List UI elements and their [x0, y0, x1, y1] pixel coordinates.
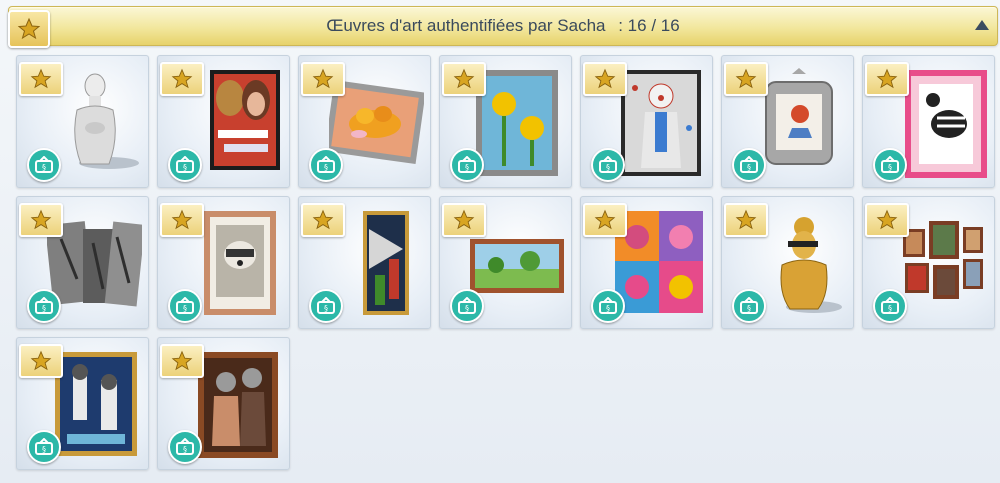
svg-text:§: § [42, 163, 46, 172]
star-icon [724, 203, 768, 237]
svg-text:§: § [42, 445, 46, 454]
collection-header[interactable]: Œuvres d'art authentifiées par Sacha : 1… [8, 6, 998, 46]
price-tag-icon: § [591, 289, 625, 323]
item-tile-raccoon-night-painting[interactable]: § [16, 337, 149, 470]
price-tag-icon: § [168, 148, 202, 182]
price-tag-icon: § [450, 289, 484, 323]
star-icon [724, 62, 768, 96]
collapse-up-icon[interactable] [975, 20, 989, 30]
svg-text:§: § [606, 163, 610, 172]
item-tile-raccoon-portrait-painting[interactable]: § [157, 196, 290, 329]
item-tile-landscape-painting[interactable]: § [439, 196, 572, 329]
star-icon [8, 10, 50, 48]
star-icon [865, 203, 909, 237]
star-icon [160, 344, 204, 378]
svg-text:§: § [888, 163, 892, 172]
price-tag-icon: § [168, 430, 202, 464]
svg-text:§: § [183, 304, 187, 313]
star-icon [442, 203, 486, 237]
item-tile-gold-bust-sculpture[interactable]: § [721, 196, 854, 329]
artwork-collection-panel: Œuvres d'art authentifiées par Sacha : 1… [0, 0, 1000, 483]
star-icon [583, 203, 627, 237]
item-tile-tall-abstract-painting[interactable]: § [298, 196, 431, 329]
price-tag-icon: § [450, 148, 484, 182]
item-tile-pop-art-cats-painting[interactable]: § [580, 196, 713, 329]
item-tile-ornate-frame-rooster-painting[interactable]: § [721, 55, 854, 188]
price-tag-icon: § [873, 148, 907, 182]
star-icon [301, 62, 345, 96]
star-icon [19, 344, 63, 378]
collection-count: : 16 / 16 [618, 16, 680, 35]
price-tag-icon: § [732, 148, 766, 182]
price-tag-icon: § [168, 289, 202, 323]
item-tile-sunflowers-painting[interactable]: § [439, 55, 572, 188]
star-icon [865, 62, 909, 96]
svg-text:§: § [324, 163, 328, 172]
item-tile-poster-painting[interactable]: § [157, 55, 290, 188]
svg-text:§: § [747, 163, 751, 172]
svg-text:§: § [888, 304, 892, 313]
price-tag-icon: § [732, 289, 766, 323]
star-icon [583, 62, 627, 96]
star-icon [301, 203, 345, 237]
price-tag-icon: § [27, 289, 61, 323]
svg-text:§: § [606, 304, 610, 313]
svg-text:§: § [183, 163, 187, 172]
svg-text:§: § [465, 304, 469, 313]
item-tile-raccoon-couple-painting[interactable]: § [157, 337, 290, 470]
collection-title: Œuvres d'art authentifiées par Sacha [326, 16, 606, 35]
price-tag-icon: § [309, 148, 343, 182]
svg-text:§: § [324, 304, 328, 313]
item-tile-fruit-bowl-painting[interactable]: § [298, 55, 431, 188]
star-icon [160, 203, 204, 237]
price-tag-icon: § [591, 148, 625, 182]
star-icon [160, 62, 204, 96]
item-tile-clown-painting[interactable]: § [580, 55, 713, 188]
star-icon [19, 203, 63, 237]
svg-text:§: § [747, 304, 751, 313]
price-tag-icon: § [873, 289, 907, 323]
svg-text:§: § [183, 445, 187, 454]
artwork-grid: § § § § § § § § § § § § § § § § [16, 55, 995, 470]
star-icon [19, 62, 63, 96]
svg-text:§: § [42, 304, 46, 313]
item-tile-zebra-creature-painting[interactable]: § [862, 55, 995, 188]
price-tag-icon: § [309, 289, 343, 323]
item-tile-frame-collage-wall-art[interactable]: § [862, 196, 995, 329]
item-tile-grey-abstract-sculpture[interactable]: § [16, 196, 149, 329]
price-tag-icon: § [27, 148, 61, 182]
item-tile-white-mannequin-bust-sculpture[interactable]: § [16, 55, 149, 188]
svg-text:§: § [465, 163, 469, 172]
star-icon [442, 62, 486, 96]
price-tag-icon: § [27, 430, 61, 464]
